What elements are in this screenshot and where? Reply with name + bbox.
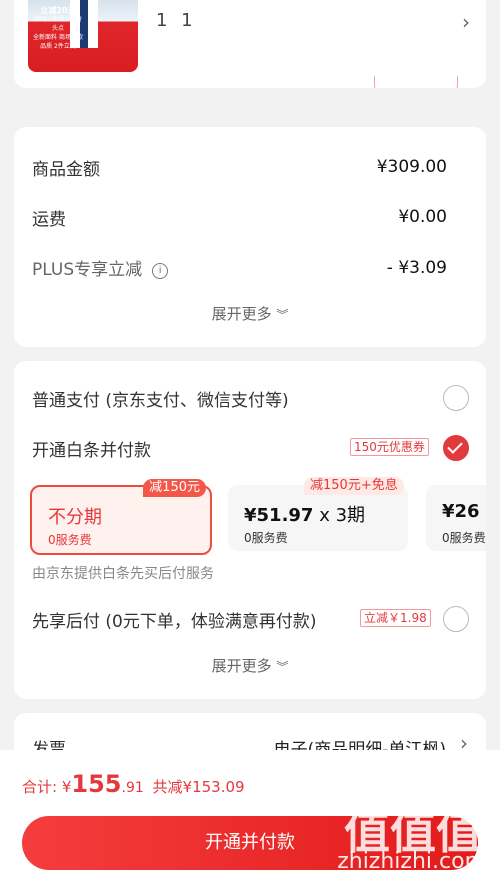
chevron-down-icon: ︾ (276, 308, 289, 322)
goods-amount-value: ¥309.00 (376, 157, 447, 177)
total-decimal: .91 (121, 780, 144, 796)
expand-more-label: 展开更多 (211, 305, 272, 323)
thumb-promo-line: 立减20元 (40, 6, 76, 15)
plan-fee: 0服务费 (48, 533, 92, 547)
plan-3-installments[interactable]: 减150元+免息 ¥51.97 x 3期 0服务费 (228, 477, 408, 551)
open-and-pay-button[interactable]: 开通并付款 (22, 816, 478, 870)
thumbnail-promo: 立减20元 DP3.5免烫 1件特头点 全新面料 商场同款品质 2件立减 (32, 6, 84, 51)
checkout-bar: 合计: ¥155.91 共减¥153.09 开通并付款 值值值 zhizhizh… (0, 750, 500, 877)
plan-discount-tag: 减150元 (143, 479, 206, 497)
plus-discount-value: - ¥3.09 (386, 258, 447, 278)
pay-later-label[interactable]: 先享后付 (0元下单，体验满意再付款) (32, 607, 316, 632)
plan-title: ¥26 (442, 501, 480, 522)
plan-fee: 0服务费 (442, 531, 486, 545)
plan-more-installments[interactable]: ¥26 0服务费 (426, 485, 486, 551)
thumb-promo-line: DP3.5免烫 1件特头点 (34, 16, 82, 32)
baitiao-label[interactable]: 开通白条并付款 (32, 436, 151, 461)
chevron-down-icon: ︾ (276, 660, 289, 674)
total-integer: 155 (71, 770, 122, 798)
shipping-label: 运费 (32, 210, 66, 230)
plan-times: x (319, 505, 330, 526)
total-prefix: 合计: (22, 778, 58, 796)
total-discount: 共减¥153.09 (152, 778, 245, 796)
order-total: 合计: ¥155.91 共减¥153.09 (22, 770, 245, 798)
normal-payment-label[interactable]: 普通支付 (京东支付、微信支付等) (32, 386, 289, 411)
info-icon[interactable]: i (152, 263, 169, 279)
chevron-right-icon[interactable]: › (462, 10, 470, 34)
normal-payment-radio[interactable] (443, 385, 469, 411)
plus-discount-label: PLUS专享立减 (32, 260, 143, 280)
provider-note: 由京东提供白条先买后付服务 (32, 566, 214, 582)
baitiao-coupon-badge: 150元优惠券 (350, 438, 429, 456)
plan-title: ¥51.97 x 3期 (244, 501, 365, 527)
expand-more-label: 展开更多 (211, 657, 272, 675)
plan-amount: ¥51.97 (244, 505, 314, 526)
pay-later-radio[interactable] (443, 606, 469, 632)
plan-fee: 0服务费 (244, 531, 288, 545)
payment-method-card: 普通支付 (京东支付、微信支付等) 开通白条并付款 150元优惠券 减150元 … (14, 361, 486, 699)
total-currency: ¥ (61, 778, 72, 796)
baitiao-radio-checked[interactable] (443, 435, 469, 461)
pay-later-tag: 立减￥1.98 (360, 609, 431, 627)
plan-discount-tag: 减150元+免息 (304, 477, 404, 495)
expand-more-link[interactable]: 展开更多 ︾ (14, 303, 486, 324)
shipping-value: ¥0.00 (398, 207, 447, 227)
goods-amount-label: 商品金额 (32, 160, 100, 180)
plan-title: 不分期 (48, 507, 102, 528)
price-summary-card: 商品金额 ¥309.00 运费 ¥0.00 PLUS专享立减 i - ¥3.09 … (14, 127, 486, 347)
plus-discount-row: PLUS专享立减 i (32, 255, 169, 280)
partial-button[interactable] (374, 76, 458, 88)
product-quantity: 1 1 (156, 10, 197, 31)
product-thumbnail[interactable]: 立减20元 DP3.5免烫 1件特头点 全新面料 商场同款品质 2件立减 (28, 0, 138, 72)
expand-more-link[interactable]: 展开更多 ︾ (14, 655, 486, 676)
product-card[interactable]: 立减20元 DP3.5免烫 1件特头点 全新面料 商场同款品质 2件立减 1 1… (14, 0, 486, 88)
plan-no-installment[interactable]: 减150元 不分期 0服务费 (30, 479, 212, 555)
plan-period: 3期 (335, 505, 366, 526)
thumb-promo-line: 全新面料 商场同款品质 2件立减 (33, 34, 83, 50)
